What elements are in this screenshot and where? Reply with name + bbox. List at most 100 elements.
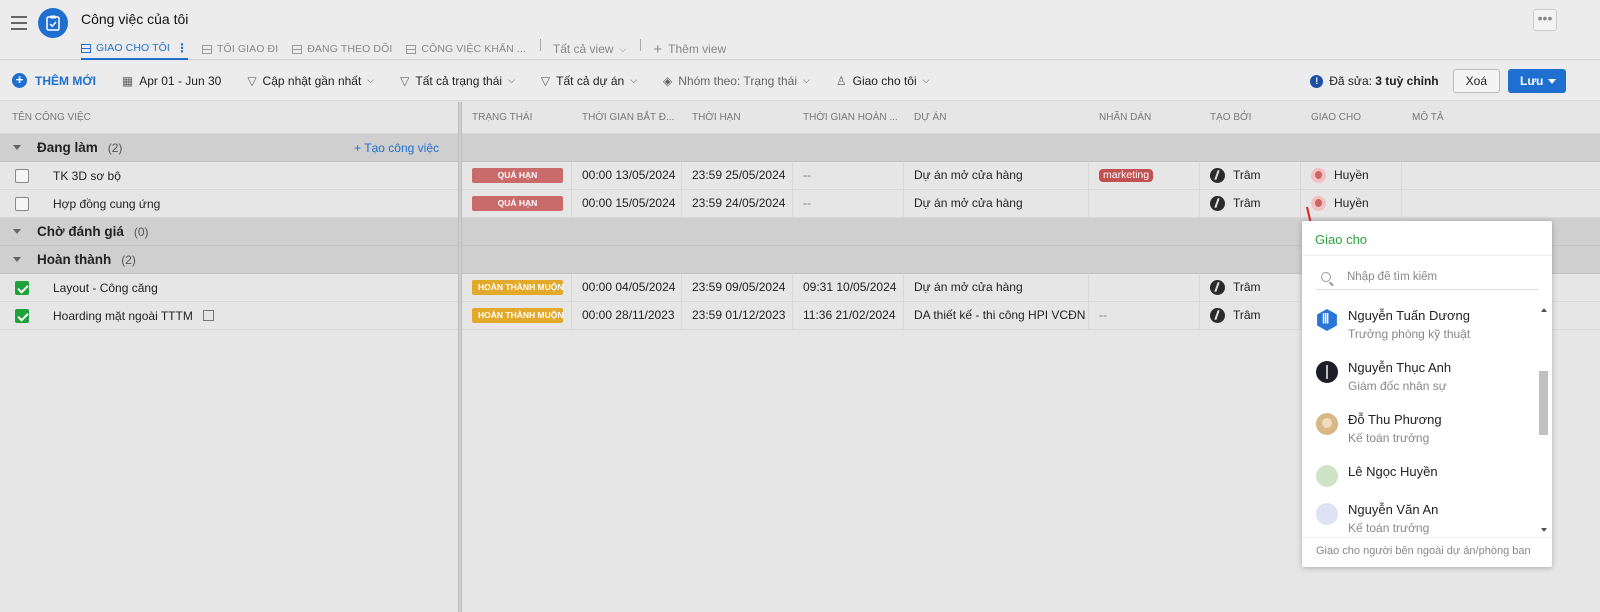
table-row[interactable]: QUÁ HẠN 00:00 15/05/2024 23:59 24/05/202… — [462, 190, 1600, 218]
group-by-dropdown[interactable]: ◈ Nhóm theo: Trạng thái ⌵ — [663, 74, 810, 88]
tag-cell[interactable] — [1089, 190, 1200, 217]
task-checkbox[interactable] — [15, 168, 29, 183]
add-view-button[interactable]: + Thêm view — [653, 38, 726, 60]
deadline-cell[interactable]: 23:59 09/05/2024 — [682, 274, 793, 301]
completed-cell[interactable]: -- — [793, 190, 904, 217]
list-item[interactable]: Nguyễn Thục Anh Giám đốc nhân sự — [1302, 355, 1538, 407]
status-cell[interactable]: QUÁ HẠN — [462, 162, 572, 189]
scrollbar-thumb[interactable] — [1539, 371, 1548, 435]
user-icon: ♙ — [835, 73, 847, 88]
start-cell[interactable]: 00:00 28/11/2023 — [572, 302, 682, 329]
table-row[interactable]: QUÁ HẠN 00:00 13/05/2024 23:59 25/05/202… — [462, 162, 1600, 190]
status-badge: HOÀN THÀNH MUỘN — [472, 280, 563, 295]
task-checkbox[interactable] — [15, 280, 29, 295]
tag-cell[interactable]: -- — [1089, 302, 1200, 329]
status-badge: QUÁ HẠN — [472, 168, 563, 183]
tab-following[interactable]: ĐANG THEO DÕI — [292, 38, 392, 60]
sort-dropdown[interactable]: ▽ Cập nhật gần nhất ⌵ — [247, 74, 374, 88]
kebab-icon[interactable]: ⋮ — [176, 41, 188, 55]
creator-cell[interactable]: Trâm — [1200, 190, 1301, 217]
list-item[interactable]: Nguyễn Văn An Kế toán trưởng — [1302, 497, 1538, 537]
view-tabs: GIAO CHO TÔI ⋮ TÔI GIAO ĐI ĐANG THEO DÕI … — [81, 38, 740, 60]
group-completed[interactable]: Hoàn thành (2) — [0, 246, 458, 274]
status-filter-dropdown[interactable]: ▽ Tất cả trạng thái ⌵ — [400, 74, 515, 88]
description-cell[interactable] — [1402, 162, 1522, 189]
status-badge: QUÁ HẠN — [472, 196, 563, 211]
column-header-description[interactable]: MÔ TẢ — [1402, 102, 1522, 133]
column-header-deadline[interactable]: THỜI HẠN — [682, 102, 793, 133]
group-in-progress[interactable]: Đang làm (2) + Tạo công việc — [0, 134, 458, 162]
filter-icon: ▽ — [400, 73, 410, 88]
assignee-cell[interactable]: Huyền — [1301, 162, 1402, 189]
column-header-start[interactable]: THỜI GIAN BẮT Đ... — [572, 102, 682, 133]
avatar — [1316, 465, 1338, 487]
caret-down-icon[interactable] — [13, 145, 21, 150]
caret-down-icon[interactable] — [13, 257, 21, 262]
creator-cell[interactable]: Trâm — [1200, 302, 1301, 329]
tag-cell[interactable] — [1089, 274, 1200, 301]
save-button[interactable]: Lưu — [1508, 69, 1566, 93]
add-new-button[interactable]: + THÊM MỚI — [12, 73, 96, 88]
edited-status: Đã sửa: 3 tuỳ chỉnh — [1329, 74, 1439, 88]
project-cell[interactable]: Dự án mở cửa hàng — [904, 274, 1089, 301]
menu-icon[interactable] — [11, 16, 27, 30]
description-cell[interactable] — [1402, 190, 1522, 217]
start-cell[interactable]: 00:00 13/05/2024 — [572, 162, 682, 189]
list-item[interactable]: Nguyễn Tuấn Dương Trưởng phòng kỹ thuật — [1302, 303, 1538, 355]
project-cell[interactable]: Dự án mở cửa hàng — [904, 190, 1089, 217]
deadline-cell[interactable]: 23:59 01/12/2023 — [682, 302, 793, 329]
completed-cell[interactable]: 09:31 10/05/2024 — [793, 274, 904, 301]
caret-down-icon[interactable] — [13, 229, 21, 234]
task-row[interactable]: Hợp đồng cung ứng — [0, 190, 458, 218]
creator-cell[interactable]: Trâm — [1200, 274, 1301, 301]
completed-cell[interactable]: 11:36 21/02/2024 — [793, 302, 904, 329]
tab-urgent[interactable]: CÔNG VIỆC KHẨN ... — [406, 38, 526, 60]
column-header-completed[interactable]: THỜI GIAN HOÀN ... — [793, 102, 904, 133]
search-input[interactable] — [1347, 270, 1527, 283]
create-task-button[interactable]: + Tạo công việc — [354, 141, 439, 155]
subtask-icon[interactable] — [202, 310, 214, 321]
completed-cell[interactable]: -- — [793, 162, 904, 189]
column-header-creator[interactable]: TẠO BỞI — [1200, 102, 1301, 133]
calendar-icon: ▦ — [121, 73, 134, 88]
date-range-picker[interactable]: ▦ Apr 01 - Jun 30 — [122, 74, 221, 88]
project-filter-dropdown[interactable]: ▽ Tất cả dự án ⌵ — [541, 74, 637, 88]
more-options-button[interactable]: ••• — [1533, 9, 1557, 31]
scroll-up-icon[interactable] — [1541, 308, 1547, 312]
status-cell[interactable]: QUÁ HẠN — [462, 190, 572, 217]
project-cell[interactable]: Dự án mở cửa hàng — [904, 162, 1089, 189]
avatar — [1210, 280, 1225, 295]
creator-cell[interactable]: Trâm — [1200, 162, 1301, 189]
tab-assigned-to-me[interactable]: GIAO CHO TÔI ⋮ — [81, 38, 189, 60]
clear-button[interactable]: Xoá — [1452, 69, 1500, 93]
list-item[interactable]: Lê Ngọc Huyền — [1302, 459, 1538, 497]
project-cell[interactable]: DA thiết kế - thi công HPI VCĐN — [904, 302, 1089, 329]
column-header-assignee[interactable]: GIAO CHO — [1301, 102, 1402, 133]
scrollbar[interactable] — [1538, 303, 1549, 537]
table-icon — [81, 43, 91, 53]
list-item[interactable]: Đỗ Thu Phương Kế toán trưởng — [1302, 407, 1538, 459]
clipboard-check-icon — [38, 8, 68, 38]
task-row[interactable]: TK 3D sơ bộ — [0, 162, 458, 190]
column-header-tag[interactable]: NHÃN DÁN — [1089, 102, 1200, 133]
group-pending-review[interactable]: Chờ đánh giá (0) — [0, 218, 458, 246]
start-cell[interactable]: 00:00 15/05/2024 — [572, 190, 682, 217]
column-header-project[interactable]: DỰ ÁN — [904, 102, 1089, 133]
deadline-cell[interactable]: 23:59 25/05/2024 — [682, 162, 793, 189]
start-cell[interactable]: 00:00 04/05/2024 — [572, 274, 682, 301]
task-row[interactable]: Layout - Công căng — [0, 274, 458, 302]
deadline-cell[interactable]: 23:59 24/05/2024 — [682, 190, 793, 217]
status-cell[interactable]: HOÀN THÀNH MUỘN — [462, 274, 572, 301]
tag-cell[interactable]: marketing — [1089, 162, 1200, 189]
status-cell[interactable]: HOÀN THÀNH MUỘN — [462, 302, 572, 329]
task-row[interactable]: Hoarding mặt ngoài TTTM — [0, 302, 458, 330]
task-checkbox[interactable] — [15, 308, 29, 323]
tab-assigned-by-me[interactable]: TÔI GIAO ĐI — [202, 38, 278, 60]
scroll-down-icon[interactable] — [1541, 528, 1547, 532]
all-views-dropdown[interactable]: Tất cả view ⌵ — [553, 38, 627, 60]
assign-filter-dropdown[interactable]: ♙ Giao cho tôi ⌵ — [836, 74, 930, 88]
chevron-down-icon: ⌵ — [630, 75, 638, 85]
column-header-status[interactable]: TRẠNG THÁI — [462, 102, 572, 133]
task-checkbox[interactable] — [15, 196, 29, 211]
assign-external-link[interactable]: Giao cho người bên ngoài dự án/phòng ban — [1316, 545, 1531, 557]
